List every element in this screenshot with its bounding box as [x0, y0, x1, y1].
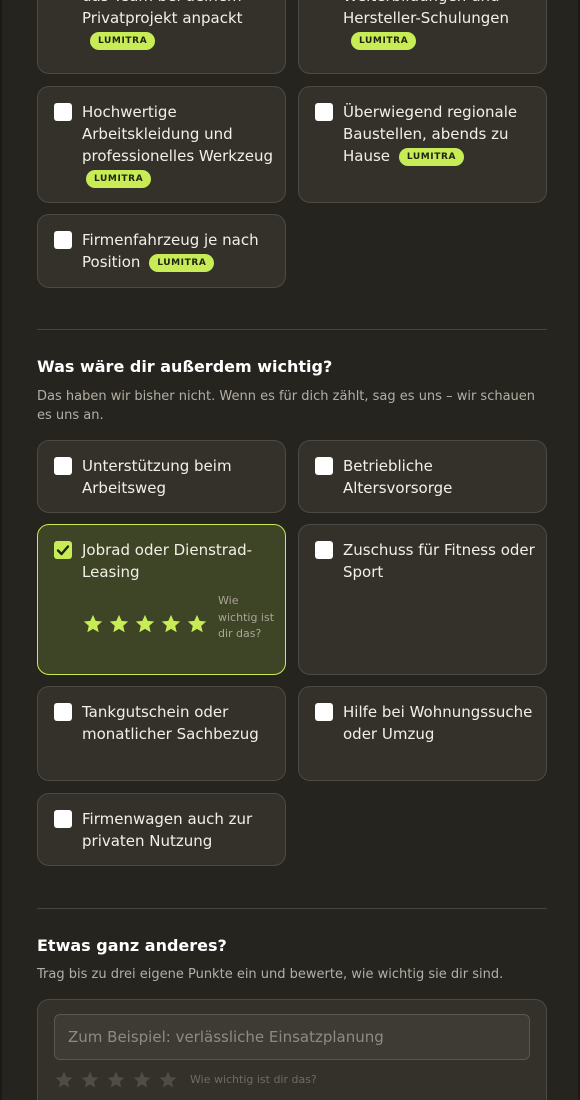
importance-rating[interactable] [82, 613, 208, 635]
benefit-label: Hochwertige Arbeitskleidung und professi… [82, 103, 274, 165]
extra-label: Firmenwagen auch zur privaten Nutzung [82, 810, 253, 850]
page-frame: das Team bei deinem Privatprojekt anpack… [0, 0, 580, 1100]
extra-card-commute[interactable]: Unterstützung beim Arbeitsweg [37, 440, 286, 513]
extra-checkbox[interactable] [54, 703, 72, 721]
star-icon[interactable] [186, 613, 208, 635]
custom-title: Etwas ganz anderes? [37, 936, 227, 955]
rating-hint: Wie wichtig ist dir das? [218, 594, 275, 640]
extras-subtitle: Das haben wir bisher nicht. Wenn es für … [37, 389, 536, 423]
extra-card-pension[interactable]: Betriebliche Altersvorsorge [298, 440, 547, 513]
custom-entry-card: Wie wichtig ist dir das? [37, 999, 547, 1100]
star-icon[interactable] [106, 1070, 126, 1090]
star-icon[interactable] [54, 1070, 74, 1090]
extra-checkbox[interactable] [315, 457, 333, 475]
extra-label: Jobrad oder Dienstrad-Leasing [82, 541, 253, 581]
benefit-card-training[interactable]: Weiterbildungen und Hersteller-Schulunge… [298, 0, 547, 74]
custom-subtitle: Trag bis zu drei eigene Punkte ein und b… [37, 967, 504, 982]
custom-importance-rating[interactable] [54, 1070, 178, 1090]
star-icon[interactable] [132, 1070, 152, 1090]
lumitra-badge: LUMITRA [90, 32, 156, 50]
benefit-checkbox[interactable] [315, 103, 333, 121]
extra-checkbox-checked[interactable] [54, 541, 72, 559]
star-icon[interactable] [80, 1070, 100, 1090]
extra-checkbox[interactable] [54, 810, 72, 828]
star-icon[interactable] [134, 613, 156, 635]
benefit-checkbox[interactable] [54, 231, 72, 249]
star-icon[interactable] [108, 613, 130, 635]
extras-title: Was wäre dir außerdem wichtig? [37, 357, 333, 376]
section-divider [37, 329, 547, 330]
checkmark-icon [56, 545, 70, 556]
extra-label: Hilfe bei Wohnungssuche oder Umzug [343, 703, 533, 743]
benefit-label: Weiterbildungen und Hersteller-Schulunge… [343, 0, 510, 27]
benefit-card-private-project[interactable]: das Team bei deinem Privatprojekt anpack… [37, 0, 286, 74]
benefit-card-regional[interactable]: Überwiegend regionale Baustellen, abends… [298, 86, 547, 203]
extra-checkbox[interactable] [54, 457, 72, 475]
extra-label: Unterstützung beim Arbeitsweg [82, 457, 232, 497]
custom-point-input[interactable] [54, 1014, 530, 1060]
lumitra-badge: LUMITRA [86, 170, 152, 188]
extra-checkbox[interactable] [315, 541, 333, 559]
extra-label: Tankgutschein oder monatlicher Sachbezug [82, 703, 259, 743]
extra-card-fitness[interactable]: Zuschuss für Fitness oder Sport [298, 524, 547, 675]
benefit-checkbox[interactable] [54, 103, 72, 121]
benefit-card-company-vehicle[interactable]: Firmenfahrzeug je nach Position LUMITRA [37, 214, 286, 288]
extra-checkbox[interactable] [315, 703, 333, 721]
star-icon[interactable] [82, 613, 104, 635]
star-icon[interactable] [158, 1070, 178, 1090]
lumitra-badge: LUMITRA [149, 254, 215, 272]
extra-card-housing[interactable]: Hilfe bei Wohnungssuche oder Umzug [298, 686, 547, 781]
extra-card-fuel-voucher[interactable]: Tankgutschein oder monatlicher Sachbezug [37, 686, 286, 781]
extra-label: Zuschuss für Fitness oder Sport [343, 541, 535, 581]
benefit-label: das Team bei deinem Privatprojekt anpack… [82, 0, 243, 27]
extra-card-company-car[interactable]: Firmenwagen auch zur privaten Nutzung [37, 793, 286, 866]
star-icon[interactable] [160, 613, 182, 635]
extra-card-jobrad[interactable]: Jobrad oder Dienstrad-Leasing Wie wichti… [37, 524, 286, 675]
lumitra-badge: LUMITRA [398, 148, 465, 166]
extra-label: Betriebliche Altersvorsorge [343, 457, 453, 497]
section-divider [37, 908, 547, 909]
custom-rating-hint: Wie wichtig ist dir das? [190, 1073, 317, 1086]
lumitra-badge: LUMITRA [351, 32, 417, 50]
benefit-card-workwear[interactable]: Hochwertige Arbeitskleidung und professi… [37, 86, 286, 203]
